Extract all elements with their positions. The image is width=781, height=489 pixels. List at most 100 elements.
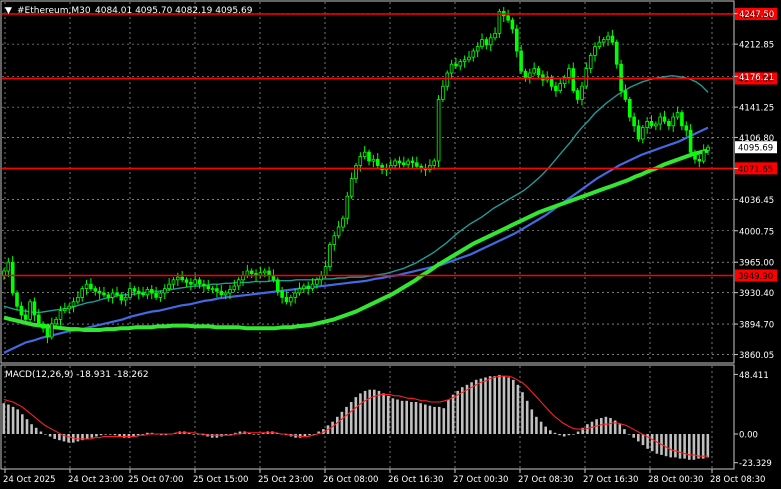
macd-histogram-bar [382, 393, 385, 434]
candle-body [610, 35, 615, 43]
macd-histogram-bar [192, 434, 195, 435]
candle-body [193, 279, 198, 285]
candle-body [45, 327, 50, 338]
macd-histogram-bar [562, 434, 566, 437]
time-tick-label: 25 Oct 07:00 [128, 475, 183, 485]
macd-histogram-bar [349, 402, 353, 434]
macd-histogram-bar [525, 400, 529, 434]
macd-histogram-bar [664, 434, 668, 457]
candle-body [458, 61, 463, 67]
time-tick-label: 26 Oct 08:00 [323, 475, 378, 485]
macd-histogram-bar [456, 390, 459, 434]
time-tick-label: 26 Oct 16:30 [388, 475, 443, 485]
candle-body [658, 116, 662, 125]
candle-body [180, 276, 185, 281]
candle-body [697, 158, 702, 162]
candle-body [275, 279, 280, 292]
candle-body [249, 270, 254, 274]
level-price-label: 3949.90 [738, 272, 773, 282]
candle-body [541, 74, 545, 81]
trading-chart[interactable]: 4259.384173.864071.653949.90 ▼ #Ethereum… [0, 0, 781, 489]
price-tick-label: 4176.21 [739, 73, 774, 83]
macd-histogram-bar [674, 434, 677, 458]
current-price-label: 4095.69 [738, 144, 773, 154]
macd-histogram-bar [30, 424, 33, 434]
candle-body [328, 244, 332, 268]
candle-body [97, 290, 102, 294]
candle-body [132, 288, 137, 292]
candle-body [84, 283, 89, 290]
candle-body [397, 160, 402, 164]
candle-body [641, 127, 645, 140]
candle-body [145, 289, 150, 296]
candle-body [288, 296, 293, 303]
macd-histogram-bar [437, 406, 441, 434]
level-price-label: 4071.65 [738, 165, 773, 175]
time-tick-label: 28 Oct 08:30 [710, 475, 765, 485]
macd-histogram-bar [539, 421, 543, 434]
time-tick-label: 25 Oct 15:00 [193, 475, 248, 485]
candle-body [293, 292, 297, 298]
macd-histogram-bar [553, 432, 557, 434]
macd-histogram-bar [396, 399, 399, 434]
candle-body [310, 283, 315, 290]
macd-histogram-bar [340, 411, 344, 434]
candle-body [32, 301, 37, 316]
macd-histogram-bar [516, 384, 520, 434]
macd-histogram-bar [567, 434, 571, 436]
candle-body [680, 112, 684, 127]
candle-body [223, 292, 228, 296]
candle-body [449, 63, 454, 74]
candle-body [614, 41, 619, 65]
macd-histogram-bar [76, 434, 80, 442]
candle-body [37, 314, 41, 325]
candle-body [628, 99, 632, 118]
chart-symbol-timeframe: #Ethereum,M30 [17, 6, 91, 16]
candle-body [558, 83, 562, 91]
candle-body [667, 121, 671, 127]
candle-body [189, 281, 193, 285]
macd-histogram-bar [433, 406, 436, 434]
macd-histogram-bar [48, 434, 52, 437]
price-tick-label: 4247.50 [739, 10, 774, 20]
candle-body [428, 164, 432, 171]
candle-body [675, 112, 680, 118]
candle-body [284, 296, 289, 303]
candle-body [441, 85, 445, 100]
candle-body [623, 90, 628, 100]
candle-body [341, 217, 345, 228]
candle-body [688, 129, 693, 153]
macd-histogram-bar [461, 387, 464, 434]
candle-body [315, 279, 319, 285]
candle-body [410, 160, 415, 164]
macd-histogram-bar [419, 403, 422, 434]
time-tick-label: 27 Oct 00:30 [453, 475, 508, 485]
candle-body [67, 305, 72, 310]
candle-body [71, 301, 76, 307]
candle-body [484, 39, 489, 46]
time-tick-label: 27 Oct 16:30 [583, 475, 638, 485]
candle-body [619, 63, 623, 91]
price-tick-label: 3965.00 [739, 259, 774, 269]
price-tick-label: 4141.25 [739, 104, 774, 114]
macd-histogram-bar [498, 374, 501, 434]
candle-body [80, 288, 85, 298]
macd-histogram-bar [39, 431, 43, 434]
macd-histogram-bar [109, 434, 112, 435]
candle-body [89, 283, 93, 290]
macd-histogram-bar [558, 434, 561, 436]
candle-body [354, 164, 358, 179]
time-tick-label: 24 Oct 23:00 [68, 475, 123, 485]
candle-body [380, 164, 384, 171]
macd-histogram-bar [701, 434, 705, 459]
time-tick-label: 24 Oct 2025 [3, 475, 56, 485]
candle-body [206, 285, 211, 289]
price-tick-label: 4036.45 [739, 196, 774, 206]
macd-histogram-bar [470, 382, 473, 434]
macd-histogram-bar [692, 434, 696, 460]
candle-body [601, 39, 606, 43]
macd-histogram-bar [521, 392, 524, 434]
candle-body [119, 294, 124, 301]
time-tick-label: 27 Oct 08:30 [518, 475, 573, 485]
candle-body [706, 146, 710, 151]
